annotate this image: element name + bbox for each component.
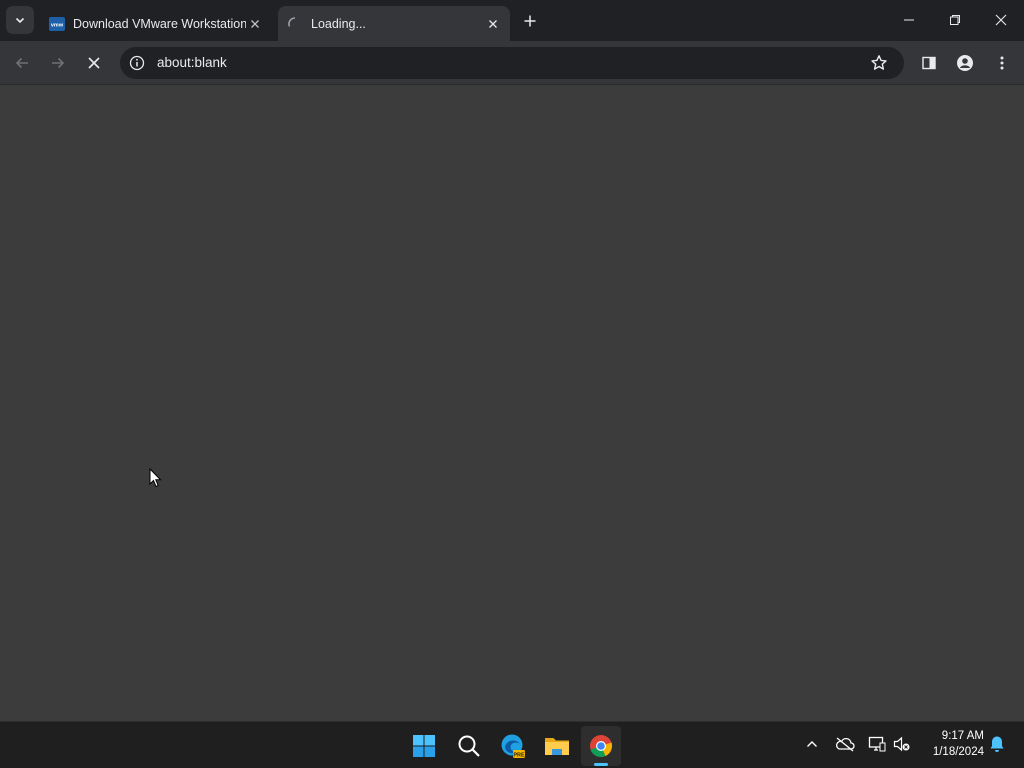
taskbar: PRE 9:17 AM 1/18/2024 xyxy=(0,721,1024,768)
clock-date: 1/18/2024 xyxy=(932,746,984,758)
windows-logo-icon xyxy=(413,735,435,757)
forward-button[interactable] xyxy=(44,49,72,77)
arrow-right-icon xyxy=(52,57,65,69)
onedrive-button[interactable] xyxy=(833,732,857,756)
cloud-offline-icon xyxy=(836,737,855,752)
chrome-taskbar-button[interactable] xyxy=(581,726,621,766)
close-window-button[interactable] xyxy=(978,0,1024,40)
address-text[interactable]: about:blank xyxy=(157,55,227,70)
side-panel-icon xyxy=(922,56,936,70)
chrome-icon xyxy=(590,735,613,757)
new-tab-button[interactable] xyxy=(518,9,542,33)
profile-icon xyxy=(957,55,973,71)
close-icon xyxy=(251,19,259,28)
side-panel-button[interactable] xyxy=(915,49,943,77)
close-icon xyxy=(995,14,1007,26)
active-app-indicator xyxy=(594,763,608,766)
volume-muted-icon xyxy=(893,736,910,752)
close-icon xyxy=(88,57,100,69)
plus-icon xyxy=(524,15,536,27)
more-vertical-icon xyxy=(1000,56,1004,70)
bell-icon xyxy=(990,736,1004,752)
mouse-cursor-icon xyxy=(149,468,162,488)
edge-preview-icon: PRE xyxy=(501,734,525,758)
tab-close-button[interactable] xyxy=(246,15,264,33)
stop-loading-button[interactable] xyxy=(80,49,108,77)
notifications-button[interactable] xyxy=(985,732,1009,756)
restore-button[interactable] xyxy=(932,0,978,40)
page-content[interactable] xyxy=(0,86,1024,721)
tab-title: Download VMware Workstation xyxy=(73,16,246,31)
browser-toolbar: about:blank xyxy=(0,41,1024,85)
chevron-up-icon xyxy=(807,741,817,747)
show-hidden-icons-button[interactable] xyxy=(800,732,824,756)
loading-spinner-icon xyxy=(288,16,296,27)
tab-title: Loading... xyxy=(311,16,366,31)
tab-strip: vmw Download VMware Workstation Loading.… xyxy=(0,0,1024,41)
clock-time: 9:17 AM xyxy=(941,730,984,742)
address-bar[interactable]: about:blank xyxy=(120,47,904,79)
chevron-down-icon xyxy=(15,17,25,24)
profile-button[interactable] xyxy=(951,49,979,77)
minimize-icon xyxy=(904,19,914,21)
tab-search-button[interactable] xyxy=(6,6,34,34)
restore-icon xyxy=(950,15,960,25)
start-button[interactable] xyxy=(404,726,444,766)
svg-text:PRE: PRE xyxy=(513,752,525,758)
arrow-left-icon xyxy=(15,57,28,69)
volume-button[interactable] xyxy=(890,732,914,756)
vmware-favicon-icon: vmw xyxy=(49,16,65,31)
back-button[interactable] xyxy=(8,49,36,77)
network-icon xyxy=(868,736,886,752)
star-icon[interactable] xyxy=(870,54,888,72)
info-icon[interactable] xyxy=(129,55,145,71)
tab-download-vmware[interactable]: vmw Download VMware Workstation xyxy=(40,6,272,41)
system-clock[interactable]: 9:17 AM 1/18/2024 xyxy=(918,728,984,760)
edge-preview-button[interactable]: PRE xyxy=(493,726,533,766)
close-icon xyxy=(489,19,497,28)
tab-loading[interactable]: Loading... xyxy=(278,6,510,41)
file-explorer-button[interactable] xyxy=(537,726,577,766)
folder-icon xyxy=(545,738,569,755)
network-button[interactable] xyxy=(865,732,889,756)
tab-close-button[interactable] xyxy=(484,15,502,33)
svg-text:vmw: vmw xyxy=(51,22,64,28)
search-icon xyxy=(458,735,480,757)
minimize-button[interactable] xyxy=(886,0,932,40)
menu-button[interactable] xyxy=(988,49,1016,77)
taskbar-search-button[interactable] xyxy=(449,726,489,766)
